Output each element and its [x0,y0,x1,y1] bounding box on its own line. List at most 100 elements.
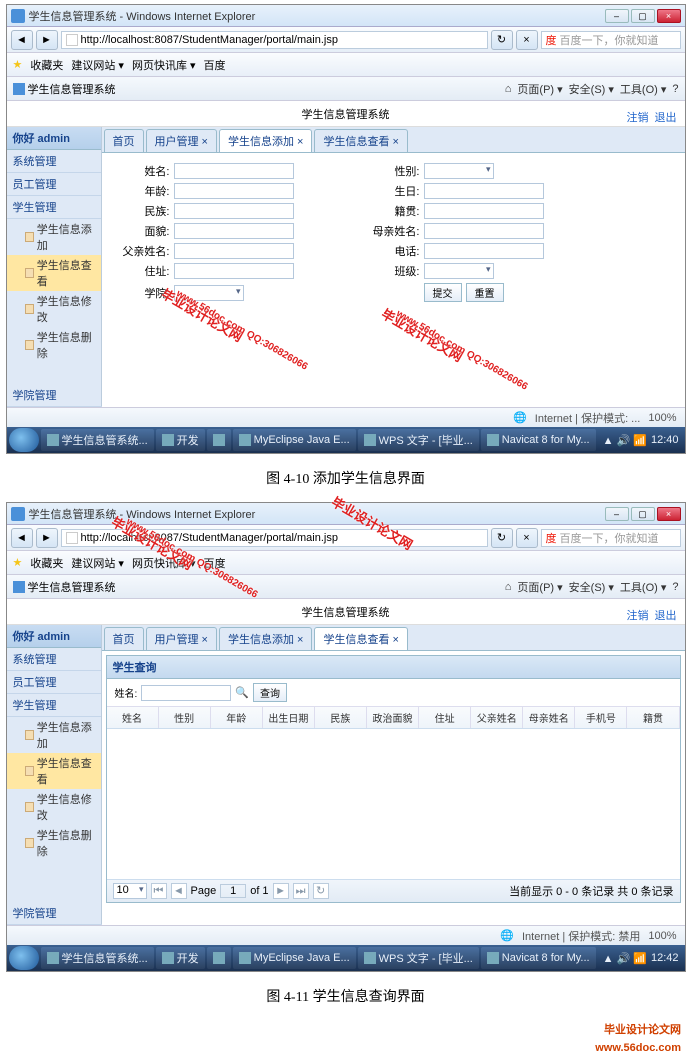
logout-link[interactable]: 注销 [627,112,649,124]
sidebar-item-edit[interactable]: 学生信息修改 [7,789,101,825]
taskbar-app[interactable]: 开发 [156,429,205,451]
home-icon[interactable]: ⌂ [505,581,512,593]
input-ethnic[interactable] [174,203,294,219]
col-mother[interactable]: 母亲姓名 [523,707,575,728]
sidebar-group-system[interactable]: 系统管理 [7,648,101,671]
col-phone[interactable]: 手机号 [575,707,627,728]
taskbar-app[interactable]: Navicat 8 for My... [481,429,596,451]
first-page-button[interactable]: ⏮ [151,883,167,899]
last-page-button[interactable]: ⏭ [293,883,309,899]
tab-users[interactable]: 用户管理 × [146,627,217,650]
taskbar-app[interactable] [207,429,231,451]
input-political[interactable] [174,223,294,239]
col-political[interactable]: 政治面貌 [367,707,419,728]
taskbar-app[interactable]: 开发 [156,947,205,969]
submit-button[interactable]: 提交 [424,283,462,302]
zoom-level[interactable]: 100% [648,412,676,424]
exit-link[interactable]: 退出 [655,610,677,622]
sidebar-item-add[interactable]: 学生信息添加 [7,717,101,753]
sidebar-group-student[interactable]: 学生管理 [7,694,101,717]
input-name[interactable] [174,163,294,179]
fav-link[interactable]: 建议网站 ▾ [71,555,124,571]
taskbar-app[interactable]: WPS 文字 - [毕业... [358,947,479,969]
sidebar-group-college[interactable]: 学院管理 [7,384,102,407]
tab-add-student[interactable]: 学生信息添加 × [219,129,312,152]
page-size-select[interactable]: 10 [113,883,147,899]
col-address[interactable]: 住址 [419,707,471,728]
forward-button[interactable]: ► [36,30,58,50]
logout-link[interactable]: 注销 [627,610,649,622]
taskbar-app[interactable]: 学生信息管系统... [41,947,154,969]
tab-users[interactable]: 用户管理 × [146,129,217,152]
search-button[interactable]: 查询 [253,683,287,702]
col-father[interactable]: 父亲姓名 [471,707,523,728]
ie-menu[interactable]: 安全(S) ▾ [569,579,614,595]
input-address[interactable] [174,263,294,279]
tab-view-student[interactable]: 学生信息查看 × [314,627,407,650]
fav-link[interactable]: 网页快讯库 ▾ [132,555,196,571]
back-button[interactable]: ◄ [11,528,33,548]
fav-link[interactable]: 网页快讯库 ▾ [132,57,196,73]
home-icon[interactable]: ⌂ [505,83,512,95]
zoom-level[interactable]: 100% [648,930,676,942]
ie-menu[interactable]: 页面(P) ▾ [517,579,562,595]
col-name[interactable]: 姓名 [107,707,159,728]
refresh-button[interactable]: ↻ [491,528,513,548]
input-father[interactable] [174,243,294,259]
minimize-button[interactable]: – [605,9,629,23]
close-button[interactable]: × [657,507,681,521]
sidebar-item-edit[interactable]: 学生信息修改 [7,291,101,327]
address-bar[interactable]: http://localhost:8087/StudentManager/por… [61,529,488,547]
col-gender[interactable]: 性别 [159,707,211,728]
taskbar-app[interactable]: 学生信息管系统... [41,429,154,451]
col-birth[interactable]: 出生日期 [263,707,315,728]
input-mother[interactable] [424,223,544,239]
refresh-button[interactable]: ↻ [491,30,513,50]
browser-tab[interactable]: 学生信息管理系统 [28,579,116,595]
select-college[interactable] [174,285,244,301]
fav-link[interactable]: 百度 [204,57,226,73]
fav-link[interactable]: 百度 [204,555,226,571]
page-input[interactable]: 1 [220,884,246,898]
sidebar-group-system[interactable]: 系统管理 [7,150,101,173]
search-box[interactable]: 度百度一下，你就知道 [541,529,681,547]
close-button[interactable]: × [657,9,681,23]
minimize-button[interactable]: – [605,507,629,521]
taskbar-app[interactable]: MyEclipse Java E... [233,429,356,451]
taskbar-app[interactable]: Navicat 8 for My... [481,947,596,969]
system-tray[interactable]: ▲ 🔊 📶12:40 [603,434,683,447]
sidebar-item-view[interactable]: 学生信息查看 [7,753,101,789]
ie-menu[interactable]: 页面(P) ▾ [517,81,562,97]
select-gender[interactable] [424,163,494,179]
taskbar-app[interactable] [207,947,231,969]
input-birth[interactable] [424,183,544,199]
sidebar-item-view[interactable]: 学生信息查看 [7,255,101,291]
prev-page-button[interactable]: ◄ [171,883,187,899]
col-age[interactable]: 年龄 [211,707,263,728]
system-tray[interactable]: ▲ 🔊 📶12:42 [603,952,683,965]
input-phone[interactable] [424,243,544,259]
browser-tab[interactable]: 学生信息管理系统 [28,81,116,97]
input-age[interactable] [174,183,294,199]
ie-menu[interactable]: 工具(O) ▾ [620,81,666,97]
search-box[interactable]: 度百度一下，你就知道 [541,31,681,49]
sidebar-item-delete[interactable]: 学生信息删除 [7,825,101,861]
ie-menu[interactable]: 工具(O) ▾ [620,579,666,595]
start-button[interactable] [9,946,39,970]
select-class[interactable] [424,263,494,279]
input-native[interactable] [424,203,544,219]
stop-button[interactable]: × [516,528,538,548]
sidebar-group-college[interactable]: 学院管理 [7,902,102,925]
refresh-page-button[interactable]: ↻ [313,883,329,899]
ie-menu[interactable]: ? [672,581,678,593]
tab-home[interactable]: 首页 [104,129,144,152]
ie-menu[interactable]: ? [672,83,678,95]
address-bar[interactable]: http://localhost:8087/StudentManager/por… [61,31,488,49]
tab-add-student[interactable]: 学生信息添加 × [219,627,312,650]
sidebar-item-add[interactable]: 学生信息添加 [7,219,101,255]
sidebar-group-staff[interactable]: 员工管理 [7,671,101,694]
next-page-button[interactable]: ► [273,883,289,899]
tab-home[interactable]: 首页 [104,627,144,650]
maximize-button[interactable]: ▢ [631,9,655,23]
reset-button[interactable]: 重置 [466,283,504,302]
